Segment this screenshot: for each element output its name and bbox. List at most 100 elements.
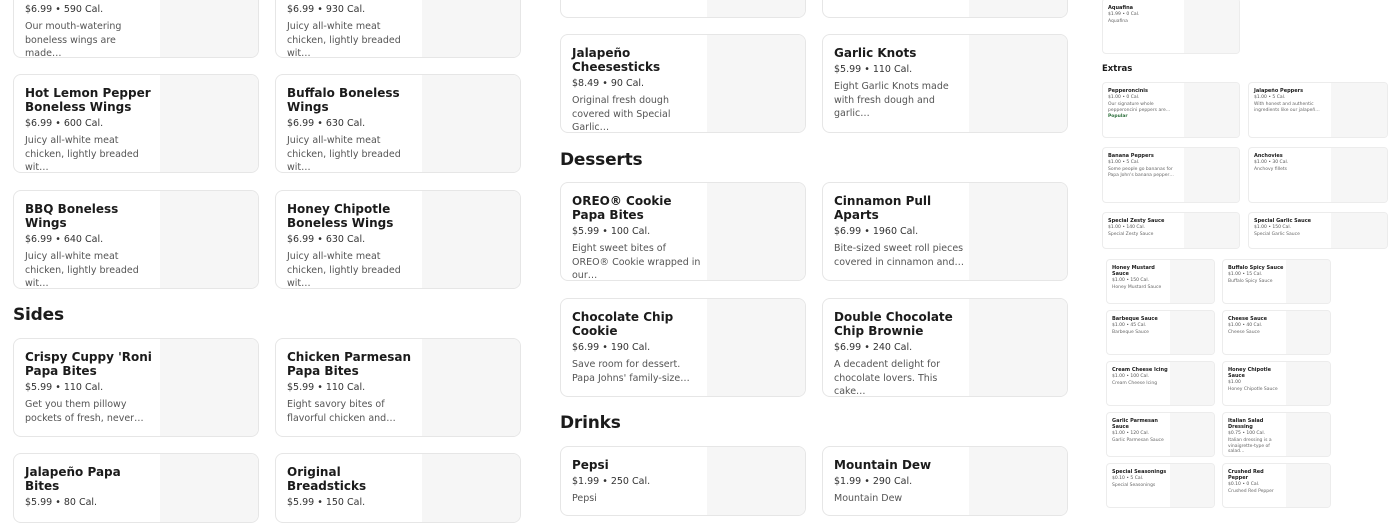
extra-item-image — [1286, 311, 1330, 354]
item-meta: $6.99 • 1960 Cal. — [834, 226, 919, 237]
menu-item-card[interactable]: Jalapeño Cheesesticks $8.49 • 90 Cal. Or… — [560, 34, 806, 133]
item-image — [969, 0, 1067, 17]
section-heading-desserts: Desserts — [560, 150, 643, 170]
extra-item-image — [1286, 260, 1330, 303]
item-description: Eight sweet bites of OREO® Cookie wrappe… — [572, 243, 701, 281]
menu-item-card[interactable]: Original Breadsticks $5.99 • 150 Cal. — [275, 453, 521, 523]
extra-item-meta: $1.00 • 40 Cal. — [1228, 323, 1263, 328]
menu-item-card[interactable]: Hot Lemon Pepper Boneless Wings $6.99 • … — [13, 74, 259, 173]
menu-item-card[interactable]: Double Chocolate Chip Brownie $6.99 • 24… — [822, 298, 1068, 397]
item-image — [707, 35, 805, 132]
menu-item-card[interactable]: OREO® Cookie Papa Bites $5.99 • 100 Cal.… — [560, 182, 806, 281]
menu-item-card[interactable]: Honey Chipotle Boneless Wings $6.99 • 63… — [275, 190, 521, 289]
menu-item-card[interactable]: $6.99 • 590 Cal. Our mouth-watering bone… — [13, 0, 259, 58]
item-description: Aquafina — [1108, 19, 1128, 24]
item-meta: $6.99 • 630 Cal. — [287, 118, 366, 129]
extra-item-image — [1331, 213, 1387, 248]
menu-item-card[interactable] — [560, 0, 806, 18]
extra-item-description: Cream Cheese Icing — [1112, 381, 1158, 386]
extra-item-description: Crushed Red Pepper — [1228, 489, 1274, 494]
extra-item-image — [1286, 362, 1330, 405]
item-image — [969, 447, 1067, 515]
extra-item-name: Italian Salad Dressing — [1228, 418, 1264, 430]
item-image — [160, 75, 258, 172]
item-name: Honey Chipotle Boneless Wings — [287, 202, 394, 230]
menu-item-card[interactable]: Garlic Knots $5.99 • 110 Cal. Eight Garl… — [822, 34, 1068, 133]
menu-item-card[interactable]: Chocolate Chip Cookie $6.99 • 190 Cal. S… — [560, 298, 806, 397]
extra-item-image — [1184, 83, 1239, 137]
extra-item-meta: $1.00 • 120 Cal. — [1112, 431, 1149, 436]
item-meta: $6.99 • 600 Cal. — [25, 118, 104, 129]
menu-item-card[interactable]: Mountain Dew $1.99 • 290 Cal. Mountain D… — [822, 446, 1068, 516]
extra-item-description: Honey Mustard Sauce — [1112, 285, 1162, 290]
item-meta: $5.99 • 110 Cal. — [25, 382, 104, 393]
extra-item-card[interactable]: Jalapeño Peppers $1.00 • 5 Cal. With hones… — [1248, 82, 1388, 138]
extra-item-card[interactable]: Special Zesty Sauce $1.00 • 140 Cal. Speci… — [1102, 212, 1240, 249]
item-image — [707, 299, 805, 396]
section-heading-drinks: Drinks — [560, 413, 621, 433]
menu-item-card[interactable] — [822, 0, 1068, 18]
extra-item-card[interactable]: Honey Mustard Sauce $1.00 • 150 Cal. Honey… — [1106, 259, 1215, 304]
menu-item-card[interactable]: Chicken Parmesan Papa Bites $5.99 • 110 … — [275, 338, 521, 437]
extra-item-name: Special Zesty Sauce — [1108, 218, 1165, 224]
extra-item-card[interactable]: Special Seasonings $0.10 • 5 Cal. Special … — [1106, 463, 1215, 508]
extra-item-card[interactable]: Special Garlic Sauce $1.00 • 150 Cal. Spec… — [1248, 212, 1388, 249]
extra-item-name: Barbeque Sauce — [1112, 316, 1158, 322]
menu-item-card[interactable]: $6.99 • 930 Cal. Juicy all-white meat ch… — [275, 0, 521, 58]
extra-item-image — [1331, 148, 1387, 202]
extra-item-name: Banana Peppers — [1108, 153, 1154, 159]
menu-item-card[interactable]: Buffalo Boneless Wings $6.99 • 630 Cal. … — [275, 74, 521, 173]
extra-item-card[interactable]: Anchovies $1.00 • 30 Cal. Anchovy fillets — [1248, 147, 1388, 203]
item-meta: $5.99 • 80 Cal. — [25, 497, 98, 508]
extra-item-meta: $1.00 • 30 Cal. — [1254, 160, 1289, 165]
extra-item-name: Buffalo Spicy Sauce — [1228, 265, 1284, 271]
extra-item-card[interactable]: Cheese Sauce $1.00 • 40 Cal. Cheese Sauce — [1222, 310, 1331, 355]
item-meta: $5.99 • 150 Cal. — [287, 497, 366, 508]
extra-item-meta: $1.00 • 0 Cal. — [1108, 95, 1140, 100]
menu-item-card[interactable]: Pepsi $1.99 • 250 Cal. Pepsi — [560, 446, 806, 516]
extra-item-image — [1286, 413, 1330, 456]
item-name: Jalapeño Papa Bites — [25, 465, 121, 493]
item-name: Mountain Dew — [834, 458, 932, 472]
menu-item-card[interactable]: Cinnamon Pull Aparts $6.99 • 1960 Cal. B… — [822, 182, 1068, 281]
menu-item-card[interactable]: Crispy Cuppy 'Roni Papa Bites $5.99 • 11… — [13, 338, 259, 437]
extra-item-description: Cheese Sauce — [1228, 330, 1260, 335]
extra-item-meta: $0.10 • 5 Cal. — [1112, 476, 1144, 481]
extra-item-card[interactable]: Crushed Red Pepper $0.10 • 0 Cal. Crushed … — [1222, 463, 1331, 508]
item-name: Double Chocolate Chip Brownie — [834, 310, 953, 338]
item-description: A decadent delight for chocolate lovers.… — [834, 359, 941, 397]
extra-item-card[interactable]: Buffalo Spicy Sauce $1.00 • 15 Cal. Buffal… — [1222, 259, 1331, 304]
item-meta: $5.99 • 110 Cal. — [287, 382, 366, 393]
item-description: Juicy all-white meat chicken, lightly br… — [287, 21, 401, 58]
extra-item-card[interactable]: Pepperoncinis $1.00 • 0 Cal. Our signature… — [1102, 82, 1240, 138]
item-description: Juicy all-white meat chicken, lightly br… — [287, 135, 401, 173]
item-description: Juicy all-white meat chicken, lightly br… — [25, 135, 139, 173]
extra-item-card[interactable]: Cream Cheese Icing $1.00 • 100 Cal. Cream … — [1106, 361, 1215, 406]
extra-item-name: Garlic Parmesan Sauce — [1112, 418, 1158, 430]
menu-item-card[interactable]: BBQ Boneless Wings $6.99 • 640 Cal. Juic… — [13, 190, 259, 289]
extra-item-description: Special Zesty Sauce — [1108, 232, 1154, 237]
item-image — [707, 0, 805, 17]
extra-item-name: Honey Chipotle Sauce — [1228, 367, 1272, 379]
extra-item-meta: $1.00 • 5 Cal. — [1108, 160, 1140, 165]
menu-item-card[interactable]: Jalapeño Papa Bites $5.99 • 80 Cal. — [13, 453, 259, 523]
extra-item-card[interactable]: Honey Chipotle Sauce $1.00 Honey Chipotle … — [1222, 361, 1331, 406]
extra-item-card[interactable]: Garlic Parmesan Sauce $1.00 • 120 Cal. Gar… — [1106, 412, 1215, 457]
item-name: Aquafina — [1108, 5, 1134, 11]
extra-item-image — [1170, 413, 1214, 456]
item-image — [422, 0, 520, 57]
item-name: Cinnamon Pull Aparts — [834, 194, 932, 222]
item-image — [422, 75, 520, 172]
extra-item-card[interactable]: Banana Peppers $1.00 • 5 Cal. Some people … — [1102, 147, 1240, 203]
extra-item-name: Special Seasonings — [1112, 469, 1167, 475]
extra-item-card[interactable]: Italian Salad Dressing $0.75 • 100 Cal. It… — [1222, 412, 1331, 457]
item-image — [707, 447, 805, 515]
item-image — [422, 454, 520, 522]
item-description: Bite-sized sweet roll pieces covered in … — [834, 243, 964, 268]
extra-item-name: Jalapeño Peppers — [1254, 88, 1304, 94]
item-description: Eight Garlic Knots made with fresh dough… — [834, 81, 949, 119]
extra-item-meta: $1.00 • 150 Cal. — [1112, 278, 1149, 283]
item-description: Get you them pillowy pockets of fresh, n… — [25, 399, 144, 424]
menu-item-card[interactable]: Aquafina $1.99 • 0 Cal. Aquafina — [1102, 0, 1240, 54]
extra-item-card[interactable]: Barbeque Sauce $1.00 • 45 Cal. Barbeque Sa… — [1106, 310, 1215, 355]
